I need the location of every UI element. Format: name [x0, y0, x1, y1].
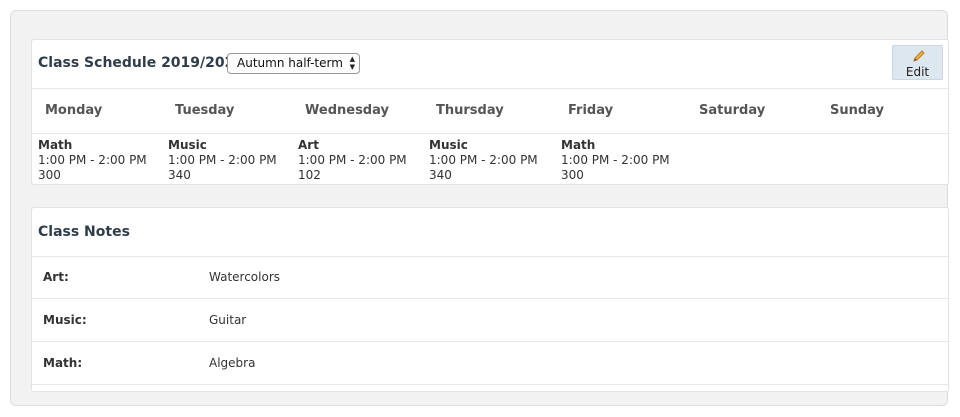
entry-time: 1:00 PM - 2:00 PM — [429, 153, 538, 167]
schedule-entry-thursday: Music 1:00 PM - 2:00 PM 340 — [429, 138, 538, 183]
note-text: Algebra — [209, 356, 256, 370]
pencil-icon — [913, 50, 925, 62]
entry-room: 340 — [429, 168, 452, 182]
schedule-title-text: Class Schedule — [38, 55, 157, 71]
entry-class: Art — [298, 138, 319, 152]
term-select-value: Autumn half-term — [237, 56, 343, 70]
note-subject: Music: — [43, 313, 87, 327]
day-saturday: Saturday — [699, 103, 766, 118]
note-row: Art: Watercolors — [32, 256, 948, 299]
notes-title: Class Notes — [38, 224, 130, 240]
note-row: Music: Guitar — [32, 299, 948, 342]
entry-class: Music — [168, 138, 207, 152]
day-sunday: Sunday — [830, 103, 885, 118]
select-arrows-icon: ▲ ▼ — [349, 55, 355, 71]
entry-class: Math — [38, 138, 73, 152]
note-subject: Art: — [43, 270, 69, 284]
edit-button[interactable]: Edit — [892, 45, 943, 80]
day-friday: Friday — [568, 103, 614, 118]
schedule-entry-friday: Math 1:00 PM - 2:00 PM 300 — [561, 138, 670, 183]
entry-time: 1:00 PM - 2:00 PM — [168, 153, 277, 167]
notes-header: Class Notes — [32, 208, 948, 257]
day-monday: Monday — [45, 103, 103, 118]
class-schedule-panel: Class Schedule 2019/2020 Autumn half-ter… — [31, 39, 949, 185]
note-subject: Math: — [43, 356, 83, 370]
schedule-entry-tuesday: Music 1:00 PM - 2:00 PM 340 — [168, 138, 277, 183]
class-notes-panel: Class Notes Art: Watercolors Music: Guit… — [31, 207, 949, 392]
entry-room: 340 — [168, 168, 191, 182]
entry-room: 102 — [298, 168, 321, 182]
days-header-row: Monday Tuesday Wednesday Thursday Friday… — [32, 88, 948, 134]
entry-time: 1:00 PM - 2:00 PM — [38, 153, 147, 167]
edit-button-label: Edit — [905, 65, 930, 79]
schedule-entry-monday: Math 1:00 PM - 2:00 PM 300 — [38, 138, 147, 183]
term-select[interactable]: Autumn half-term ▲ ▼ — [227, 53, 360, 74]
day-tuesday: Tuesday — [175, 103, 235, 118]
entry-time: 1:00 PM - 2:00 PM — [298, 153, 407, 167]
day-thursday: Thursday — [436, 103, 504, 118]
note-text: Watercolors — [209, 270, 281, 284]
note-row: Math: Algebra — [32, 342, 948, 385]
entry-class: Math — [561, 138, 596, 152]
schedule-title: Class Schedule 2019/2020 — [38, 55, 244, 71]
entry-room: 300 — [38, 168, 61, 182]
entry-time: 1:00 PM - 2:00 PM — [561, 153, 670, 167]
note-text: Guitar — [209, 313, 247, 327]
day-wednesday: Wednesday — [305, 103, 389, 118]
entry-class: Music — [429, 138, 468, 152]
schedule-entry-wednesday: Art 1:00 PM - 2:00 PM 102 — [298, 138, 407, 183]
outer-container: Class Schedule 2019/2020 Autumn half-ter… — [10, 10, 949, 406]
entry-room: 300 — [561, 168, 584, 182]
schedule-header: Class Schedule 2019/2020 Autumn half-ter… — [32, 40, 948, 89]
